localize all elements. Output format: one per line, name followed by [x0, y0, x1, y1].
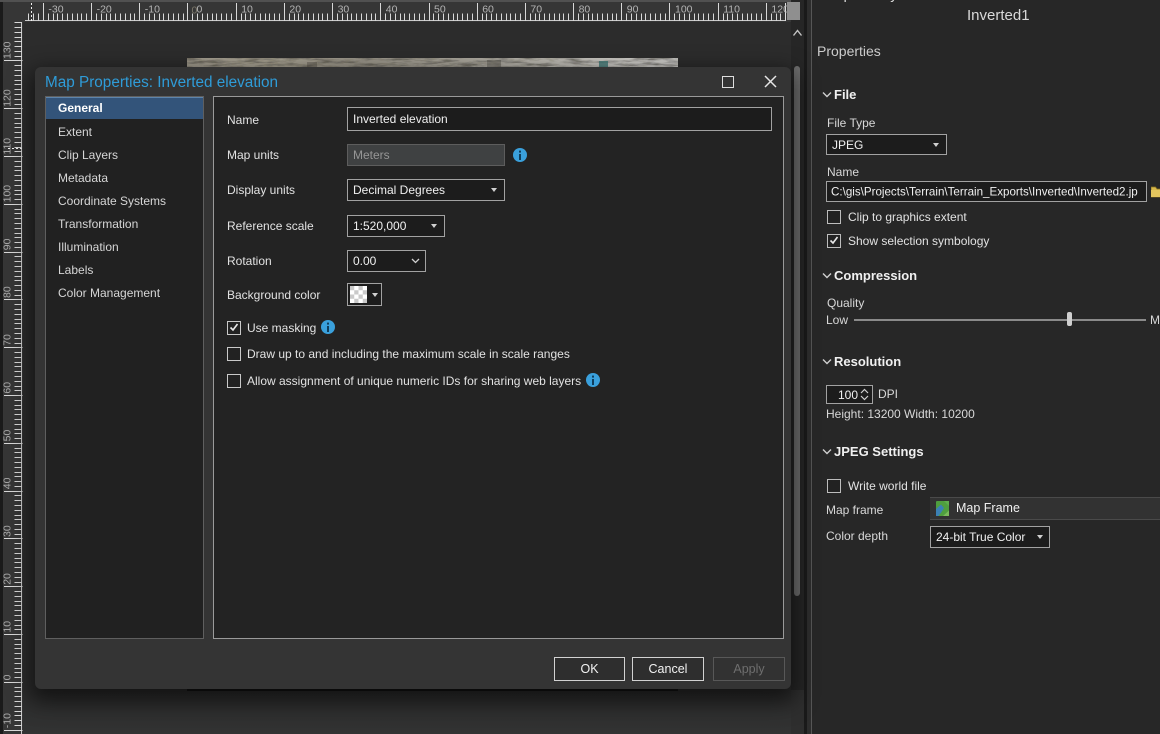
svg-text:50: 50: [3, 430, 14, 442]
svg-text:-10: -10: [145, 4, 160, 16]
svg-text:120: 120: [3, 89, 14, 107]
svg-text:80: 80: [579, 4, 591, 16]
svg-text:0: 0: [3, 674, 14, 680]
svg-text:110: 110: [3, 138, 14, 155]
svg-text:70: 70: [3, 334, 14, 346]
svg-text:80: 80: [3, 286, 14, 298]
svg-text:20: 20: [289, 4, 301, 16]
svg-text:40: 40: [3, 477, 14, 489]
svg-text:90: 90: [3, 238, 14, 250]
svg-text:30: 30: [338, 4, 350, 16]
svg-text:100: 100: [3, 185, 14, 203]
svg-text:60: 60: [482, 4, 494, 16]
svg-text:20: 20: [3, 573, 14, 585]
svg-text:100: 100: [675, 4, 693, 16]
svg-text:-10: -10: [3, 713, 14, 728]
svg-text:10: 10: [241, 4, 253, 16]
svg-text:50: 50: [434, 4, 446, 16]
svg-text:60: 60: [3, 382, 14, 394]
svg-text:110: 110: [723, 4, 740, 16]
svg-text:30: 30: [3, 525, 14, 537]
svg-text:10: 10: [3, 621, 14, 633]
svg-text:-20: -20: [97, 4, 112, 16]
svg-text:90: 90: [627, 4, 639, 16]
svg-text:0: 0: [197, 4, 203, 16]
svg-text:-30: -30: [48, 4, 63, 16]
svg-text:130: 130: [3, 41, 14, 59]
svg-text:40: 40: [386, 4, 398, 16]
svg-text:70: 70: [530, 4, 542, 16]
